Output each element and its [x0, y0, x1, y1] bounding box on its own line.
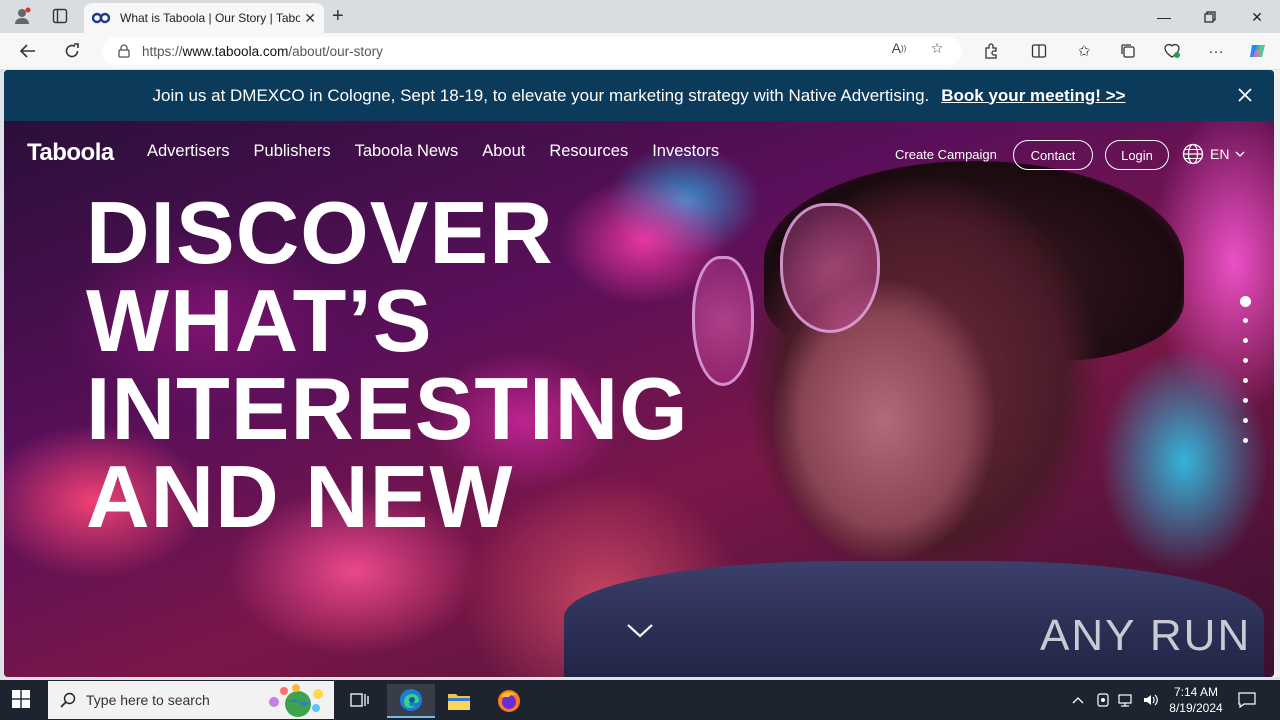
slide-dot[interactable] — [1242, 358, 1248, 363]
notifications-icon[interactable] — [1238, 680, 1256, 720]
slide-dot[interactable] — [1242, 338, 1248, 343]
nav-investors[interactable]: Investors — [652, 142, 719, 161]
tab-title: What is Taboola | Our Story | Taboola — [120, 11, 300, 25]
scroll-down-icon[interactable] — [626, 623, 654, 639]
nav-taboola-news[interactable]: Taboola News — [355, 142, 459, 161]
nav-advertisers[interactable]: Advertisers — [147, 142, 230, 161]
favorite-star-icon[interactable]: ☆ — [926, 39, 948, 57]
taskbar-edge-icon[interactable] — [387, 684, 435, 718]
watermark-text: ANY RUN — [1040, 611, 1252, 660]
extensions-icon[interactable] — [980, 41, 1002, 61]
clock-date: 8/19/2024 — [1169, 701, 1223, 715]
tray-device-icon[interactable] — [1096, 680, 1110, 720]
headline-line-2: WHAT’S — [86, 271, 433, 370]
promo-banner: Join us at DMEXCO in Cologne, Sept 18-19… — [4, 70, 1274, 121]
read-aloud-icon[interactable]: A)) — [888, 39, 910, 57]
hero-image-glasses-left — [692, 256, 754, 386]
create-campaign-link[interactable]: Create Campaign — [895, 147, 997, 162]
page-viewport: Join us at DMEXCO in Cologne, Sept 18-19… — [4, 70, 1274, 677]
lock-icon[interactable] — [118, 44, 130, 58]
slide-dot[interactable] — [1240, 296, 1251, 307]
task-view-icon[interactable] — [336, 684, 384, 718]
tray-chevron-up-icon[interactable] — [1072, 680, 1084, 720]
tab-actions-icon[interactable] — [48, 5, 72, 27]
promo-text: Join us at DMEXCO in Cologne, Sept 18-19… — [152, 85, 930, 105]
hero-headline: DISCOVER WHAT’S INTERESTING AND NEW — [86, 189, 689, 541]
back-icon[interactable] — [16, 40, 40, 62]
slide-dot[interactable] — [1242, 398, 1248, 403]
browser-tab-active[interactable]: What is Taboola | Our Story | Taboola ✕ — [84, 3, 324, 33]
browser-essentials-icon[interactable] — [1161, 41, 1183, 61]
nav-about[interactable]: About — [482, 142, 525, 161]
slide-dot[interactable] — [1242, 378, 1248, 383]
address-toolbar: https://www.taboola.com/about/our-story … — [0, 33, 1280, 69]
collections-icon[interactable] — [1117, 41, 1139, 61]
window-close-icon[interactable]: ✕ — [1234, 6, 1280, 28]
taboola-logo[interactable]: Taboola — [27, 139, 114, 167]
page-scrollbar[interactable] — [1274, 70, 1280, 677]
anyrun-watermark: ANY RUN — [1040, 611, 1251, 661]
url-bar[interactable]: https://www.taboola.com/about/our-story — [102, 37, 962, 65]
main-menu: Advertisers Publishers Taboola News Abou… — [147, 142, 719, 161]
slide-dot[interactable] — [1242, 438, 1248, 443]
more-options-icon[interactable]: ··· — [1205, 41, 1227, 61]
hero-image-glasses-right — [780, 203, 880, 333]
language-label: EN — [1210, 146, 1230, 162]
globe-icon — [1182, 143, 1204, 165]
tray-volume-icon[interactable] — [1142, 680, 1160, 720]
slide-dot[interactable] — [1242, 418, 1248, 423]
tray-network-icon[interactable] — [1118, 680, 1136, 720]
search-highlight-icon — [269, 684, 323, 717]
taskbar-clock[interactable]: 7:14 AM 8/19/2024 — [1164, 684, 1228, 716]
tab-close-icon[interactable]: ✕ — [304, 10, 316, 27]
restore-icon[interactable] — [1187, 6, 1233, 28]
clock-time: 7:14 AM — [1173, 685, 1219, 699]
refresh-icon[interactable] — [60, 40, 84, 62]
new-tab-button[interactable]: + — [332, 5, 344, 28]
taboola-favicon-icon — [92, 11, 110, 25]
search-icon — [60, 692, 76, 708]
profile-icon[interactable] — [10, 5, 34, 27]
site-header: Taboola Advertisers Publishers Taboola N… — [4, 121, 1274, 191]
contact-button[interactable]: Contact — [1013, 140, 1093, 170]
login-button[interactable]: Login — [1105, 140, 1169, 170]
headline-line-1: DISCOVER — [86, 183, 554, 282]
slide-dots — [1240, 296, 1251, 458]
favorites-icon[interactable]: ✩ — [1073, 41, 1095, 61]
browser-tab-bar: What is Taboola | Our Story | Taboola ✕ … — [0, 0, 1280, 33]
nav-resources[interactable]: Resources — [549, 142, 628, 161]
headline-line-4: AND NEW — [86, 447, 514, 546]
chevron-down-icon — [1235, 151, 1245, 157]
language-selector[interactable]: EN — [1182, 143, 1245, 165]
url-text: https://www.taboola.com/about/our-story — [142, 43, 383, 59]
taskbar-firefox-icon[interactable] — [485, 684, 533, 718]
taskbar-file-explorer-icon[interactable] — [435, 684, 483, 718]
taskbar-search-box[interactable]: Type here to search — [48, 681, 334, 719]
minimize-icon[interactable]: — — [1141, 6, 1187, 28]
promo-close-icon[interactable] — [1234, 84, 1256, 106]
promo-link[interactable]: Book your meeting! >> — [941, 86, 1125, 106]
windows-taskbar: Type here to search 7:14 AM 8/19/2024 — [0, 680, 1280, 720]
copilot-icon[interactable] — [1247, 41, 1269, 61]
hero-section: Taboola Advertisers Publishers Taboola N… — [4, 121, 1274, 677]
slide-dot[interactable] — [1242, 318, 1248, 323]
headline-line-3: INTERESTING — [86, 359, 689, 458]
split-screen-icon[interactable] — [1028, 41, 1050, 61]
nav-publishers[interactable]: Publishers — [254, 142, 331, 161]
search-placeholder: Type here to search — [86, 692, 210, 708]
windows-start-icon[interactable] — [12, 690, 30, 713]
